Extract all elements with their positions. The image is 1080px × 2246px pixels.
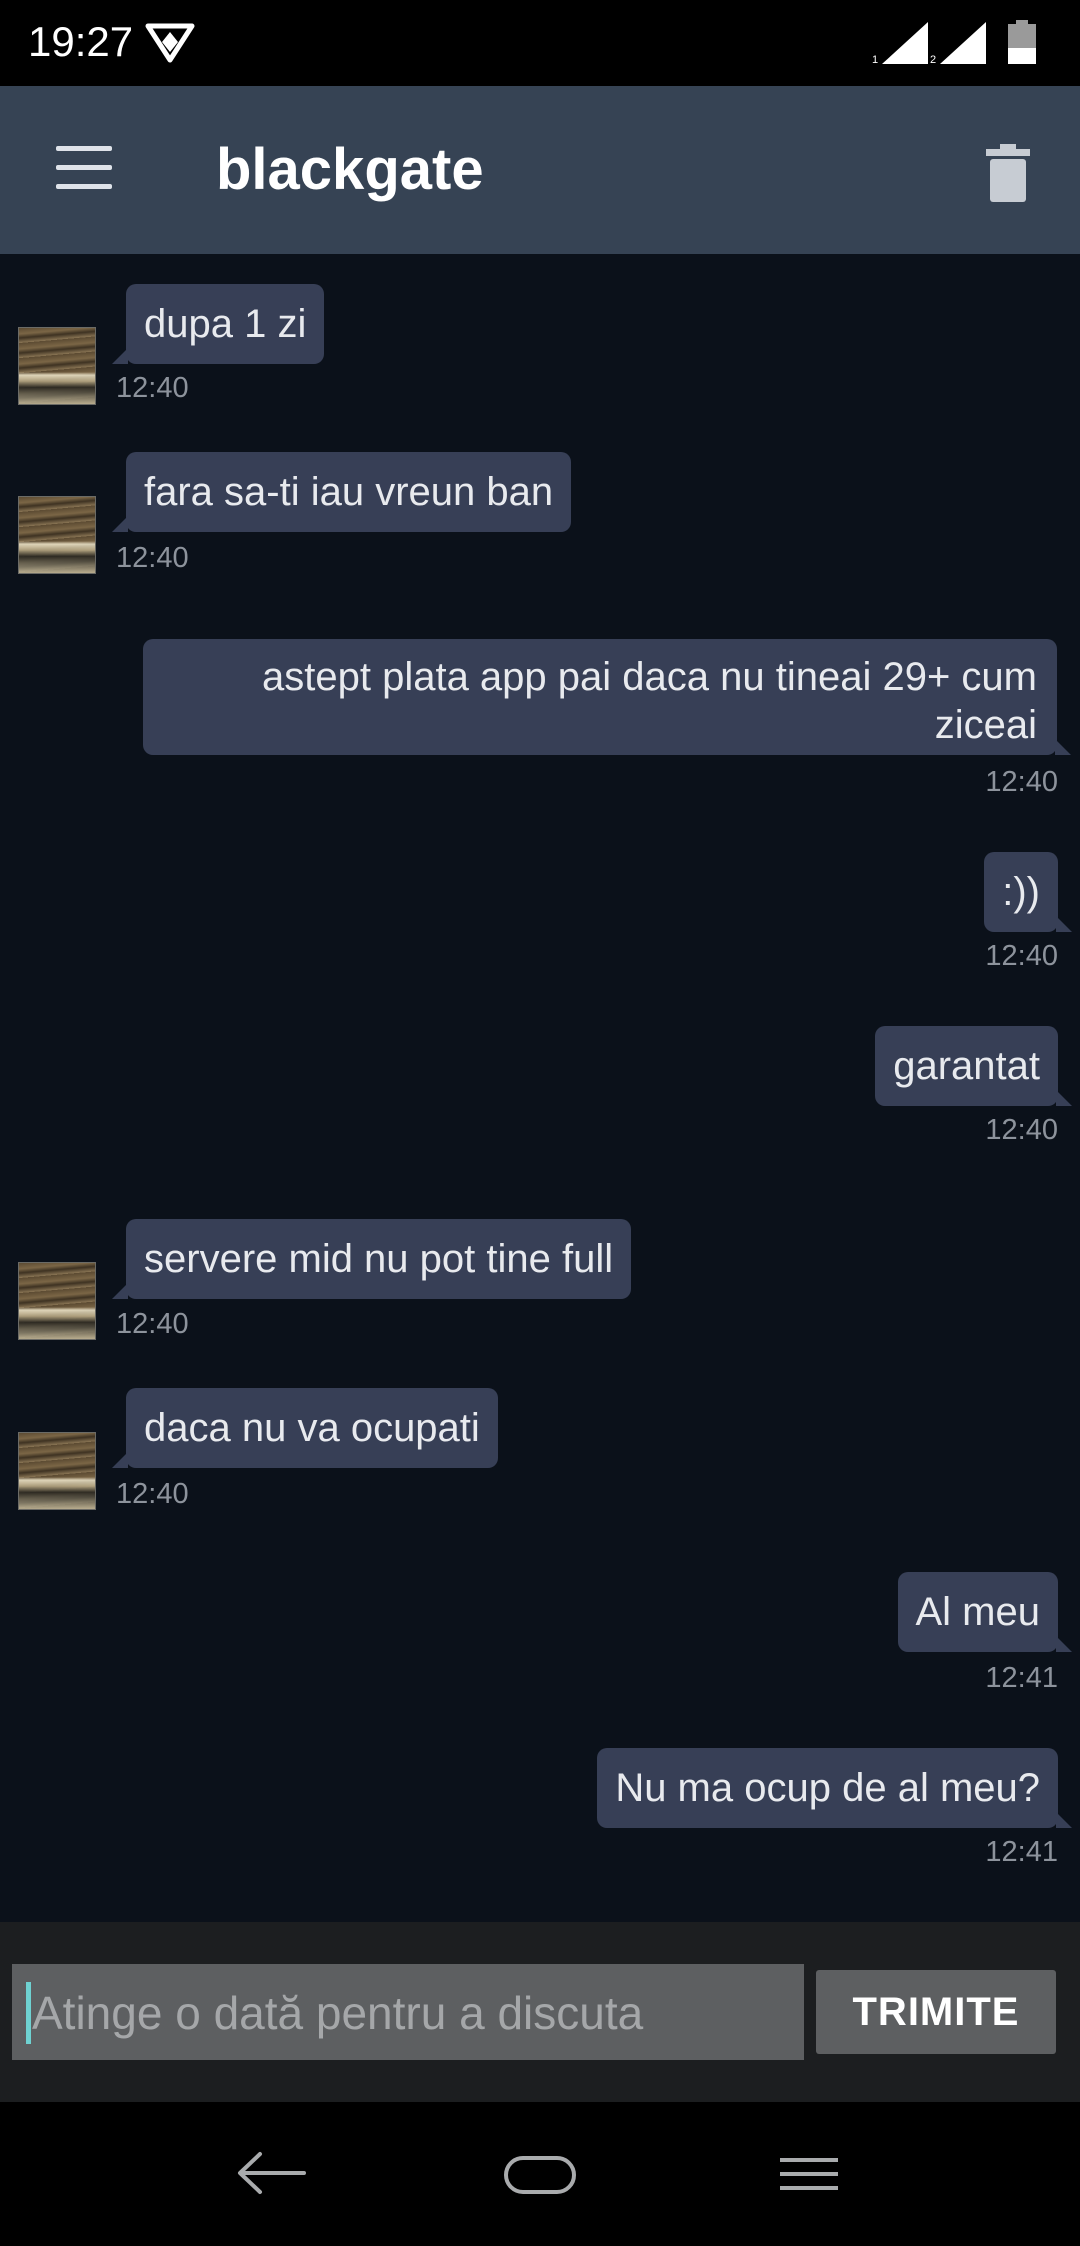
battery-icon (1008, 20, 1036, 64)
message-bubble[interactable]: dupa 1 zi (111, 284, 325, 364)
message-bubble[interactable]: astept plata app pai daca nu tineai 29+ … (143, 639, 1071, 755)
message-time: 12:40 (985, 940, 1058, 972)
message-time: 12:40 (985, 766, 1058, 798)
message-time: 12:41 (985, 1836, 1058, 1868)
message-bubble[interactable]: fara sa-ti iau vreun ban (111, 452, 572, 532)
status-bar: 19:27 1 2 (0, 0, 1080, 86)
avatar[interactable] (18, 496, 96, 574)
message-time: 12:40 (116, 1478, 189, 1510)
message-time: 12:40 (116, 372, 189, 404)
send-button[interactable]: TRIMITE (816, 1970, 1056, 2054)
signal-sim1-icon: 1 (872, 20, 930, 66)
message-time: 12:40 (985, 1114, 1058, 1146)
recents-icon[interactable] (780, 2158, 838, 2190)
composer-bar: Atinge o dată pentru a discuta TRIMITE (0, 1922, 1080, 2102)
message-input-placeholder: Atinge o dată pentru a discuta (32, 1987, 644, 2039)
avatar[interactable] (18, 1432, 96, 1510)
sim2-label: 2 (930, 54, 937, 66)
message-bubble[interactable]: Nu ma ocup de al meu? (597, 1748, 1072, 1828)
app-bar: blackgate (0, 86, 1080, 254)
text-cursor (26, 1982, 31, 2044)
message-bubble[interactable]: daca nu va ocupati (112, 1388, 498, 1468)
message-bubble[interactable]: garantat (875, 1026, 1072, 1106)
message-list[interactable]: dupa 1 zi 12:40 fara sa-ti iau vreun ban… (0, 254, 1080, 1922)
message-input[interactable]: Atinge o dată pentru a discuta (12, 1964, 804, 2060)
status-time: 19:27 (28, 18, 134, 65)
message-bubble[interactable]: Al meu (897, 1572, 1072, 1652)
trash-icon[interactable] (984, 144, 1032, 202)
back-icon[interactable] (236, 2148, 306, 2198)
signal-sim2-icon: 2 (930, 20, 988, 66)
chat-title: blackgate (216, 137, 484, 202)
sim1-label: 1 (872, 54, 879, 66)
hamburger-menu-icon[interactable] (56, 146, 112, 190)
vpn-icon (145, 23, 195, 63)
avatar[interactable] (18, 1262, 96, 1340)
message-bubble[interactable]: :)) (984, 852, 1072, 932)
message-time: 12:41 (985, 1662, 1058, 1694)
navigation-bar (0, 2102, 1080, 2246)
home-icon[interactable] (504, 2156, 576, 2194)
avatar[interactable] (18, 327, 96, 405)
message-time: 12:40 (116, 542, 189, 574)
message-time: 12:40 (116, 1308, 189, 1340)
message-bubble[interactable]: servere mid nu pot tine full (111, 1219, 632, 1299)
